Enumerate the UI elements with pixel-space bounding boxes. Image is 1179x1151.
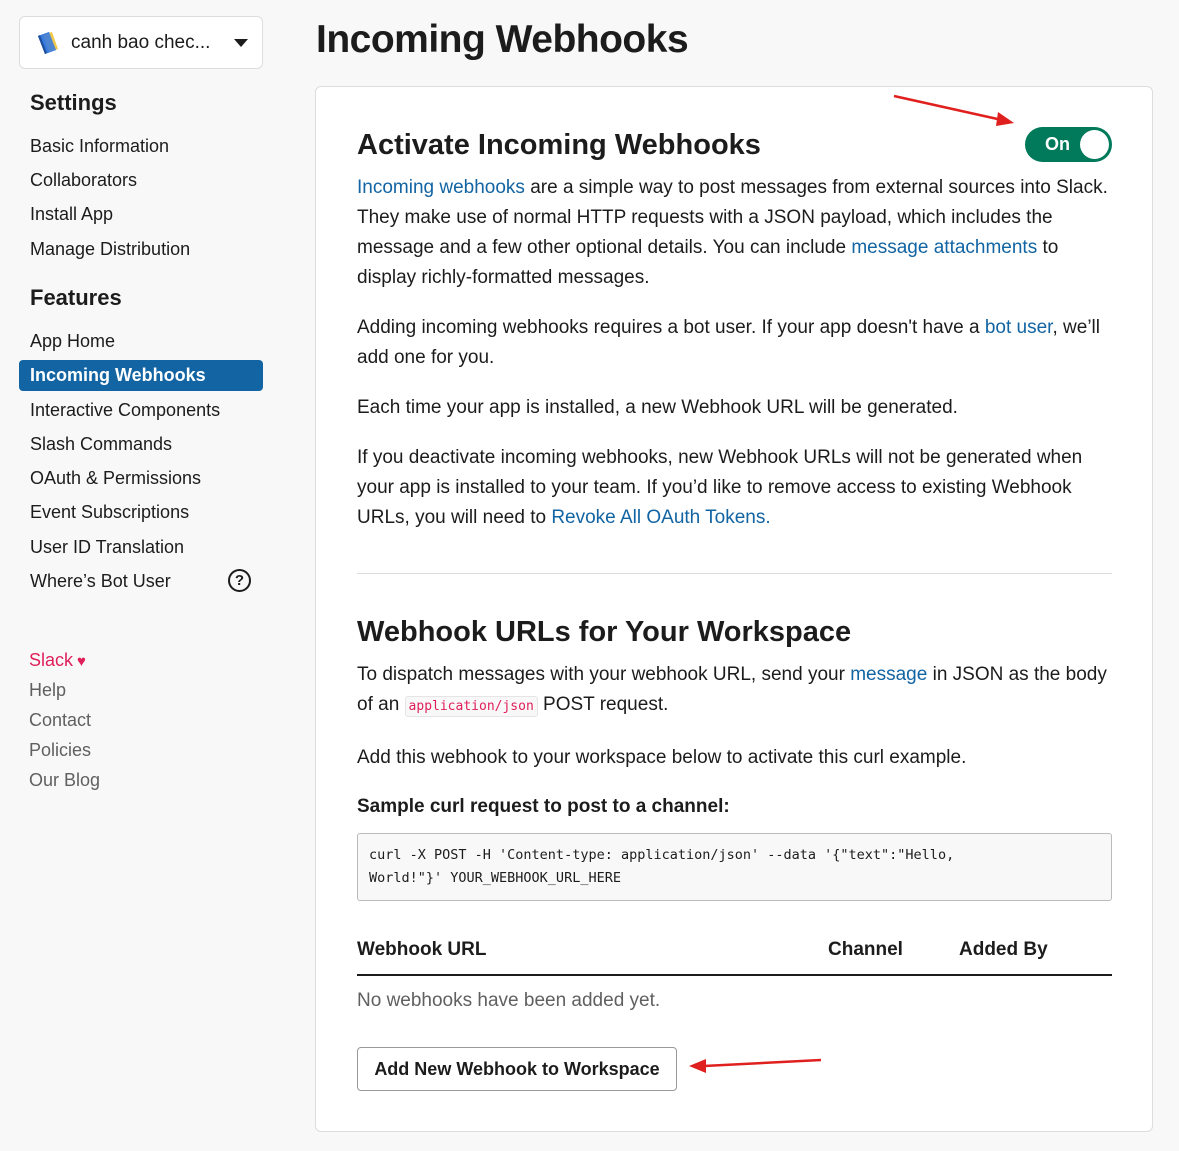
bot-user-link[interactable]: bot user [985,317,1053,338]
sidebar-item-wheres-bot-user[interactable]: Where’s Bot User [19,566,219,597]
sidebar-item-event-subscriptions[interactable]: Event Subscriptions [19,497,263,528]
activate-curl-paragraph: Add this webhook to your workspace below… [357,747,967,768]
sidebar-item-oauth-permissions[interactable]: OAuth & Permissions [19,463,263,494]
webhooks-card: Activate Incoming Webhooks On Incoming w… [315,86,1153,1132]
activate-toggle[interactable]: On [1025,127,1112,162]
sidebar-item-collaborators[interactable]: Collaborators [19,165,263,196]
sidebar-item-interactive-components[interactable]: Interactive Components [19,395,263,426]
sidebar: canh bao chec... Settings Basic Informat… [0,0,290,1151]
column-header-added-by: Added By [959,939,1048,960]
dispatch-text-1: To dispatch messages with your webhook U… [357,664,851,685]
curl-line-2: World!"}' YOUR_WEBHOOK_URL_HERE [369,870,621,886]
install-url-paragraph: Each time your app is installed, a new W… [357,397,958,418]
dispatch-text-3: POST request. [537,694,669,715]
column-header-channel: Channel [828,939,903,960]
footer-link-our-blog[interactable]: Our Blog [29,768,100,792]
revoke-tokens-link[interactable]: Revoke All OAuth Tokens. [551,507,770,528]
sidebar-item-app-home[interactable]: App Home [19,326,263,357]
add-webhook-button[interactable]: Add New Webhook to Workspace [357,1047,677,1091]
content-type-code: application/json [404,696,538,717]
sidebar-item-install-app[interactable]: Install App [19,199,263,230]
dispatch-paragraph: To dispatch messages with your webhook U… [357,660,1117,722]
sidebar-item-user-id-translation[interactable]: User ID Translation [19,532,263,563]
toggle-label: On [1045,134,1070,154]
toggle-knob [1080,130,1109,159]
sidebar-item-incoming-webhooks[interactable]: Incoming Webhooks [19,360,263,391]
footer-link-help[interactable]: Help [29,678,66,702]
help-icon[interactable]: ? [228,569,251,592]
app-name: canh bao chec... [71,31,211,53]
message-link[interactable]: message [850,664,927,685]
sidebar-item-manage-distribution[interactable]: Manage Distribution [19,234,263,265]
page-title: Incoming Webhooks [316,18,689,61]
message-attachments-link[interactable]: message attachments [851,237,1037,258]
chevron-down-icon[interactable] [234,38,248,47]
activate-heading: Activate Incoming Webhooks [357,129,761,161]
curl-code-block[interactable]: curl -X POST -H 'Content-type: applicati… [357,833,1112,901]
activate-intro-paragraph: Incoming webhooks are a simple way to po… [357,173,1117,293]
features-heading: Features [30,285,122,310]
column-header-webhook-url: Webhook URL [357,939,487,960]
app-book-icon [38,31,58,54]
deactivate-paragraph: If you deactivate incoming webhooks, new… [357,443,1117,533]
footer-link-slack[interactable]: Slack ♥ [29,648,86,674]
bot-text-1: Adding incoming webhooks requires a bot … [357,317,985,338]
app-switcher[interactable]: canh bao chec... [19,16,263,69]
heart-icon: ♥ [77,653,86,670]
incoming-webhooks-link[interactable]: Incoming webhooks [357,177,525,198]
sidebar-item-slash-commands[interactable]: Slash Commands [19,429,263,460]
footer-link-slack-label: Slack [29,650,74,670]
table-header-rule [357,974,1112,976]
footer-link-policies[interactable]: Policies [29,738,91,762]
footer-link-contact[interactable]: Contact [29,708,91,732]
curl-line-1: curl -X POST -H 'Content-type: applicati… [369,847,955,863]
bot-user-paragraph: Adding incoming webhooks requires a bot … [357,313,1117,373]
settings-heading: Settings [30,90,117,115]
section-divider [357,573,1112,574]
sample-curl-label: Sample curl request to post to a channel… [357,796,730,817]
sidebar-item-basic-information[interactable]: Basic Information [19,131,263,162]
empty-webhooks-text: No webhooks have been added yet. [357,990,661,1011]
workspace-heading: Webhook URLs for Your Workspace [357,616,852,648]
